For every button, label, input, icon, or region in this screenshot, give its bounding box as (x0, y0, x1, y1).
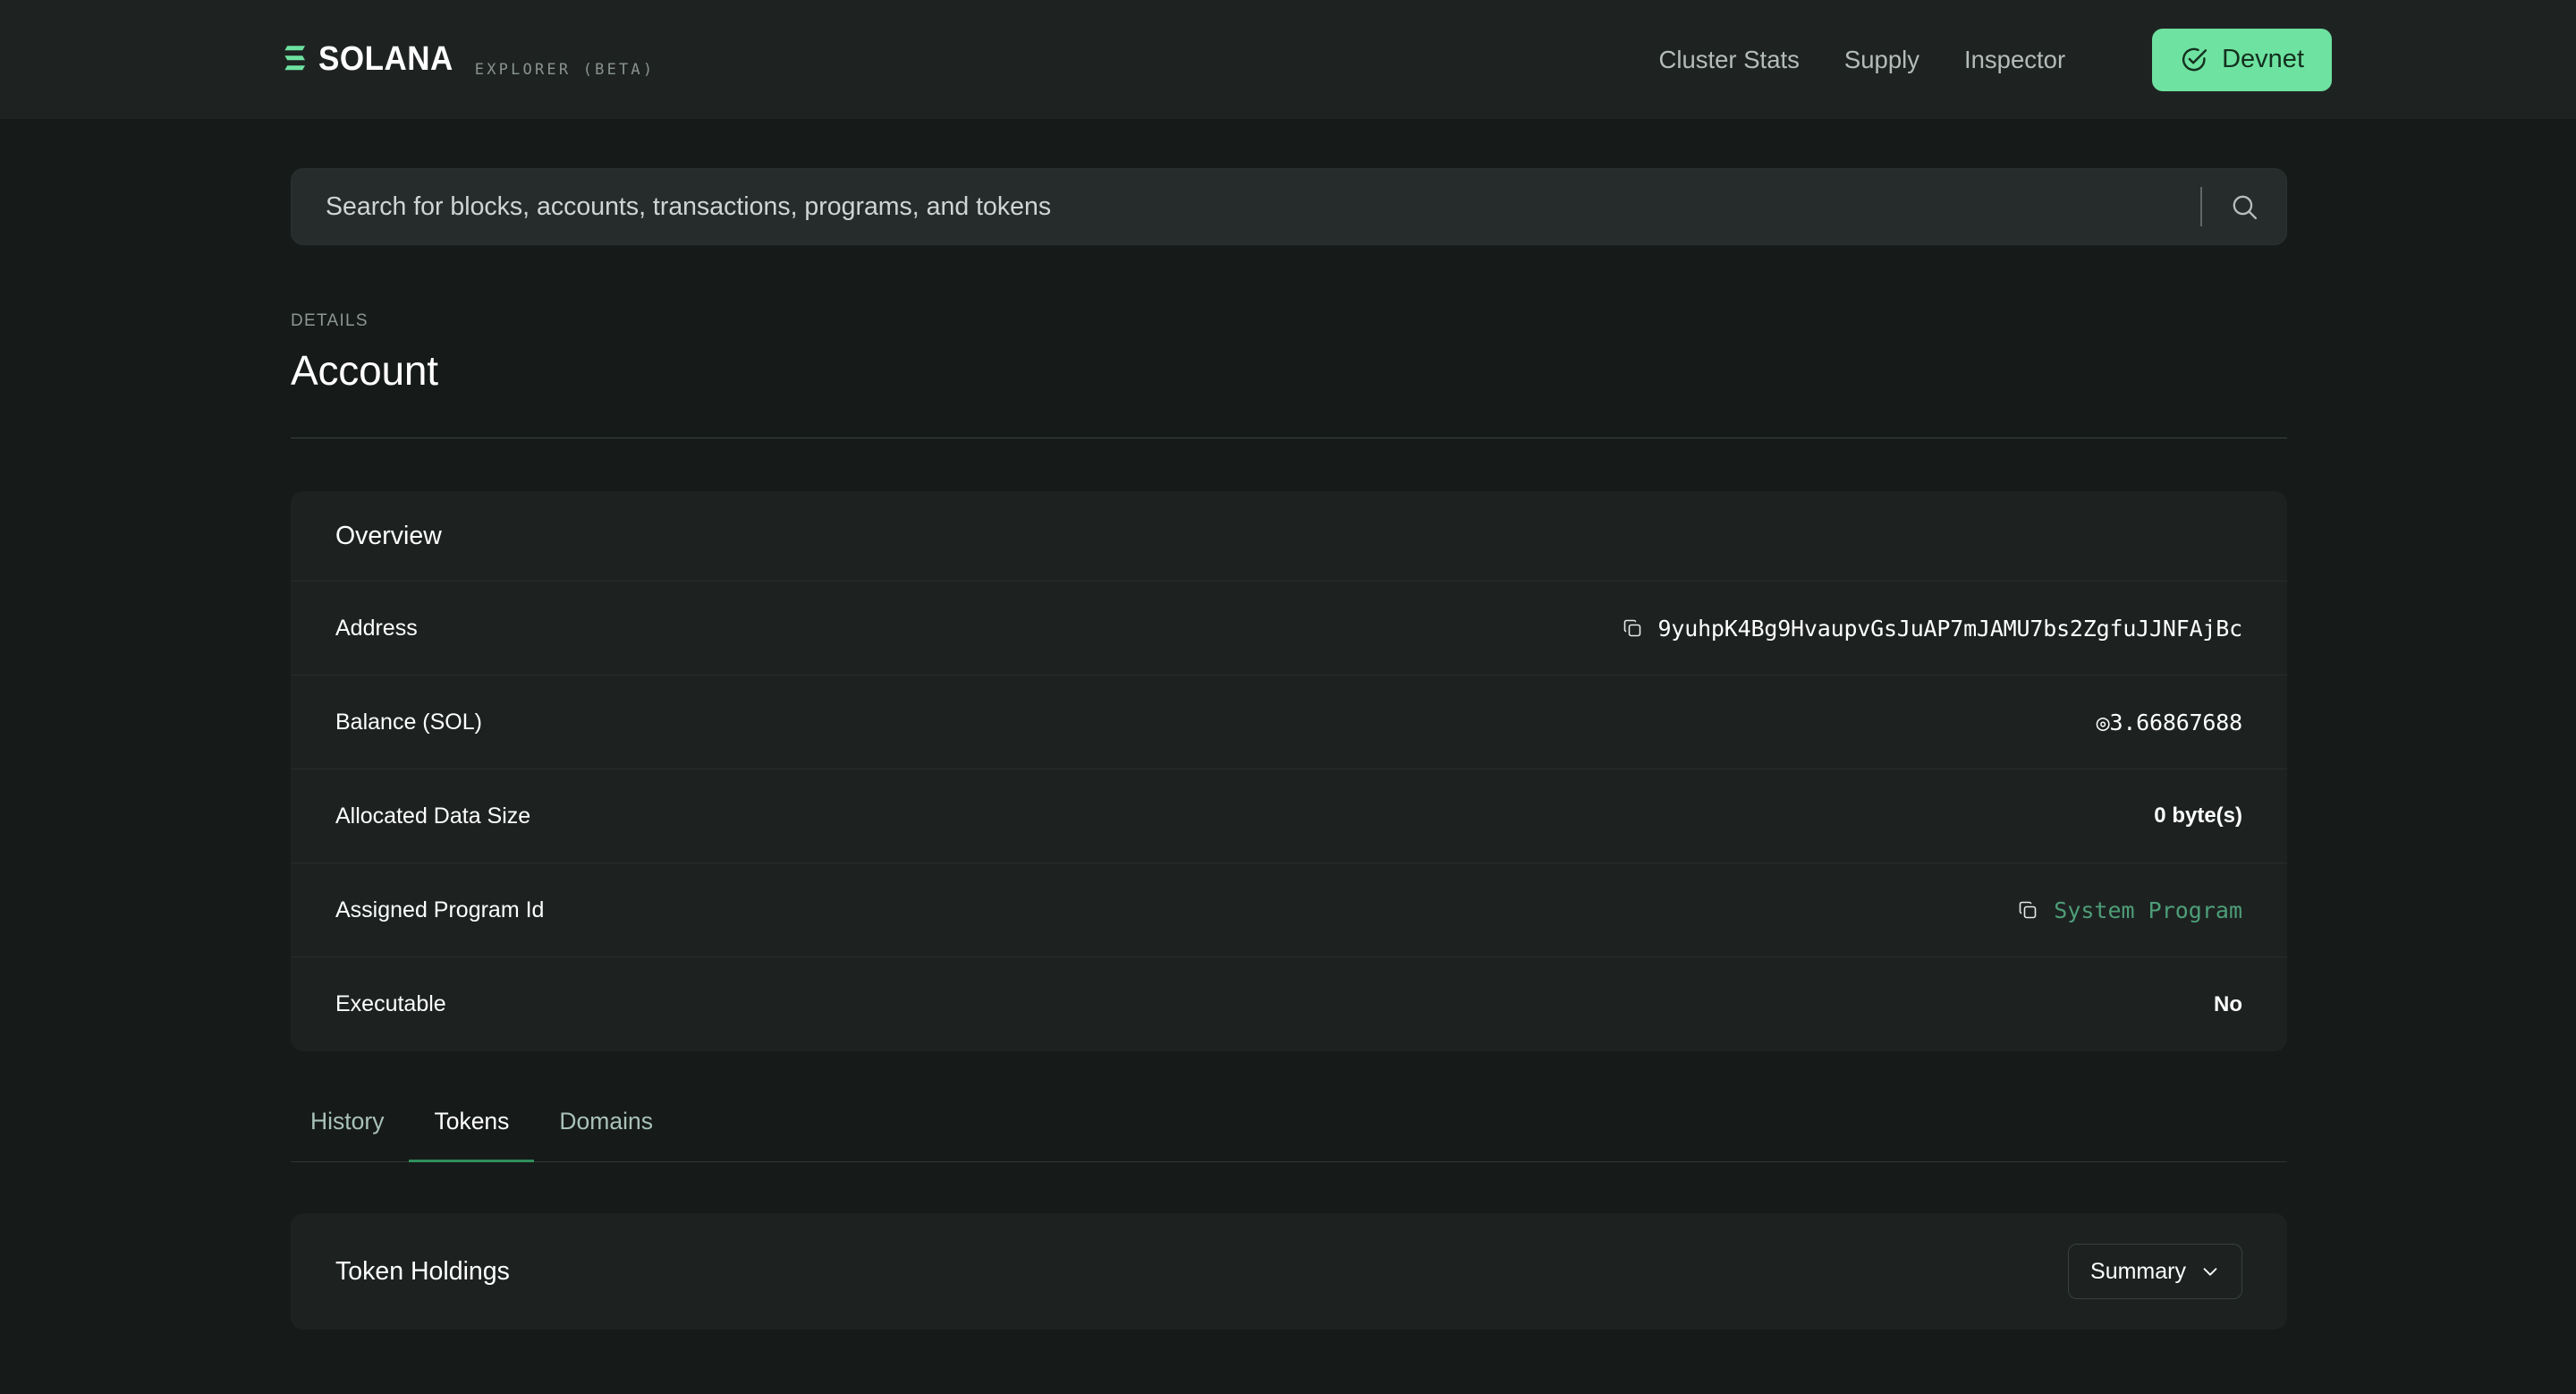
account-tabs: History Tokens Domains (291, 1108, 2287, 1162)
search-box[interactable] (291, 168, 2287, 245)
tab-tokens[interactable]: Tokens (409, 1108, 535, 1162)
executable-value: No (2214, 991, 2242, 1016)
nav-item-supply[interactable]: Supply (1822, 46, 1942, 74)
table-row: Assigned Program Id System Program (291, 863, 2287, 957)
overview-card: Overview Address 9yuhpK4Bg9HvaupvGsJuAP7… (291, 491, 2287, 1051)
overview-card-header: Overview (291, 491, 2287, 582)
overview-title: Overview (335, 522, 442, 550)
nav-item-cluster-stats[interactable]: Cluster Stats (1636, 46, 1821, 74)
copy-glyph-icon (1623, 619, 1640, 637)
search-submit-button[interactable] (2202, 168, 2286, 245)
token-view-dropdown[interactable]: Summary (2068, 1244, 2242, 1299)
row-label-balance: Balance (SOL) (335, 709, 482, 735)
check-circle-icon (2182, 47, 2207, 72)
search-icon (2233, 195, 2257, 219)
tab-domains[interactable]: Domains (534, 1108, 678, 1162)
primary-nav: Cluster Stats Supply Inspector (1636, 46, 2088, 74)
page-header: DETAILS Account (291, 245, 2287, 438)
row-label-executable: Executable (335, 991, 446, 1016)
nav-item-inspector[interactable]: Inspector (1942, 46, 2088, 74)
solana-logo: SOLANA (284, 38, 453, 78)
table-row: Balance (SOL) ◎3.66867688 (291, 676, 2287, 769)
table-row: Executable No (291, 957, 2287, 1051)
row-label-assigned-program-id: Assigned Program Id (335, 897, 545, 922)
copy-icon[interactable] (1622, 617, 1643, 639)
row-value-allocated-data-size: 0 byte(s) (2154, 803, 2242, 829)
token-holdings-title: Token Holdings (335, 1256, 510, 1286)
brand-home-link[interactable]: SOLANA EXPLORER (BETA) (284, 38, 656, 79)
row-label-allocated-data-size: Allocated Data Size (335, 803, 531, 829)
cluster-label: Devnet (2222, 45, 2304, 73)
solana-mark-icon (284, 45, 305, 70)
token-holdings-header: Token Holdings Summary (291, 1213, 2287, 1330)
data-size-value: 0 byte(s) (2154, 803, 2242, 828)
token-holdings-card: Token Holdings Summary (291, 1213, 2287, 1330)
row-value-assigned-program-id: System Program (2017, 897, 2242, 923)
balance-value: ◎3.66867688 (2096, 709, 2243, 735)
search-input[interactable] (320, 191, 2200, 222)
table-row: Address 9yuhpK4Bg9HvaupvGsJuAP7mJAMU7bs2… (291, 582, 2287, 676)
navbar-right: Cluster Stats Supply Inspector Devnet (1636, 28, 2332, 91)
copy-icon[interactable] (2017, 899, 2038, 921)
page-body: DETAILS Account Overview Address 9yu (0, 119, 2576, 1330)
row-label-address: Address (335, 615, 418, 641)
address-value: 9yuhpK4Bg9HvaupvGsJuAP7mJAMU7bs2ZgfuJJNF… (1657, 615, 2243, 642)
table-row: Allocated Data Size 0 byte(s) (291, 769, 2287, 863)
search-section (291, 119, 2287, 245)
chevron-down-icon (2203, 1268, 2217, 1276)
row-value-executable: No (2214, 992, 2242, 1017)
cluster-selector-button[interactable]: Devnet (2152, 28, 2332, 91)
page-title: Account (291, 347, 438, 394)
token-view-dropdown-label: Summary (2090, 1258, 2186, 1284)
tab-history[interactable]: History (310, 1108, 409, 1162)
top-navbar: SOLANA EXPLORER (BETA) Cluster Stats Sup… (0, 0, 2576, 119)
brand-wordmark: SOLANA (318, 38, 453, 78)
breadcrumb-eyebrow: DETAILS (291, 311, 369, 330)
brand-subtitle: EXPLORER (BETA) (474, 60, 656, 79)
row-value-balance: ◎3.66867688 (2096, 709, 2243, 735)
row-value-address: 9yuhpK4Bg9HvaupvGsJuAP7mJAMU7bs2ZgfuJJNF… (1622, 616, 2242, 642)
content-container: DETAILS Account Overview Address 9yu (289, 119, 2287, 1330)
assigned-program-link[interactable]: System Program (2054, 897, 2242, 923)
copy-glyph-icon (2019, 901, 2037, 919)
